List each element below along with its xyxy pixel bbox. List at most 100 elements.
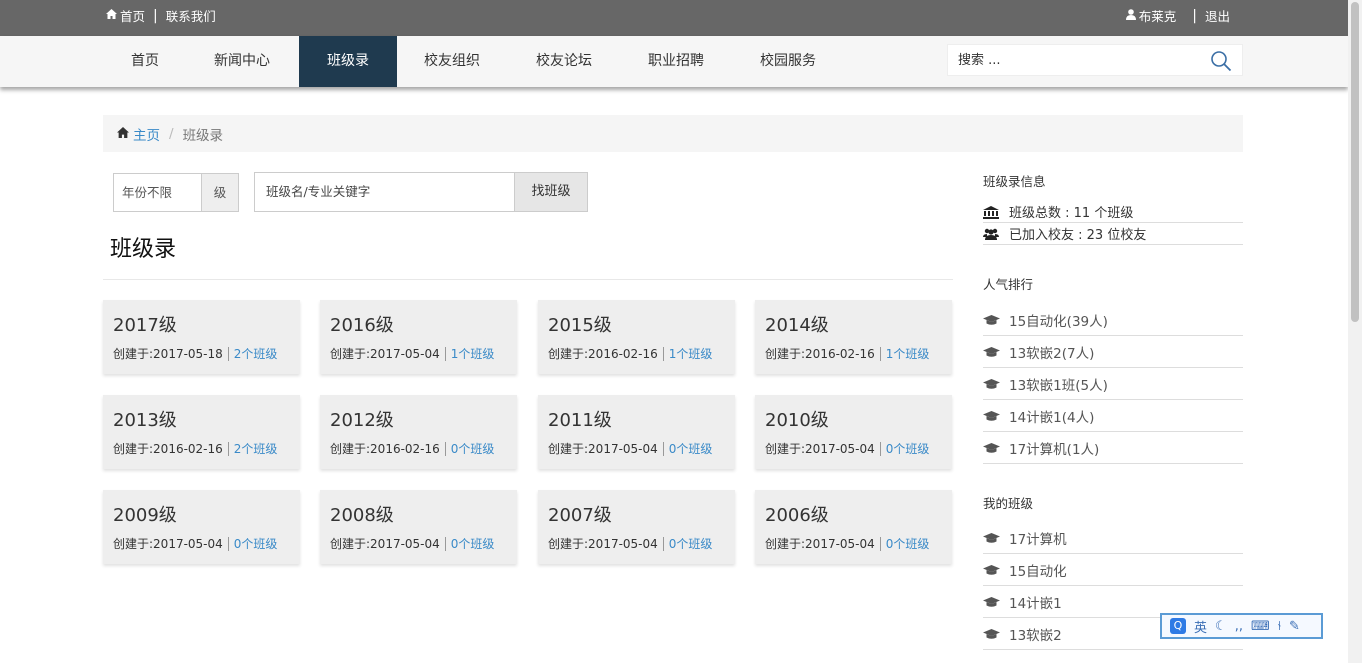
user-name-link[interactable]: 布莱克 <box>1139 6 1177 25</box>
card-class-count-link[interactable]: 1个班级 <box>451 345 495 362</box>
list-item-label[interactable]: 13软嵌2(7人) <box>1009 342 1094 362</box>
ime-language-toggle[interactable]: 英 <box>1194 617 1207 636</box>
find-class-button[interactable]: 找班级 <box>515 172 588 212</box>
card-year[interactable]: 2016级 <box>330 311 394 337</box>
class-year-card[interactable]: 2006级创建于:2017-05-04 0个班级 <box>755 490 952 564</box>
nav-item-news[interactable]: 新闻中心 <box>200 36 284 87</box>
wrench-icon[interactable]: ✎ <box>1289 619 1300 634</box>
card-class-count-link[interactable]: 2个班级 <box>234 345 278 362</box>
card-year[interactable]: 2009级 <box>113 501 177 527</box>
card-year[interactable]: 2008级 <box>330 501 394 527</box>
nav-item-jobs[interactable]: 职业招聘 <box>634 36 718 87</box>
card-year[interactable]: 2007级 <box>548 501 612 527</box>
list-item-label[interactable]: 13软嵌1班(5人) <box>1009 374 1108 394</box>
class-year-card[interactable]: 2007级创建于:2017-05-04 0个班级 <box>538 490 735 564</box>
card-meta: 创建于:2017-05-04 0个班级 <box>330 535 494 552</box>
sidebar-info-title: 班级录信息 <box>983 174 1046 189</box>
contact-link[interactable]: 联系我们 <box>166 6 216 25</box>
class-year-card[interactable]: 2010级创建于:2017-05-04 0个班级 <box>755 395 952 469</box>
card-class-count-link[interactable]: 0个班级 <box>451 535 495 552</box>
list-item-label[interactable]: 13软嵌2 <box>1009 624 1062 644</box>
list-item-label[interactable]: 15自动化 <box>1009 560 1067 580</box>
breadcrumb-home-link[interactable]: 主页 <box>133 124 160 144</box>
rank-list-item[interactable]: 14计嵌1(4人) <box>983 400 1243 432</box>
class-year-card[interactable]: 2011级创建于:2017-05-04 0个班级 <box>538 395 735 469</box>
card-meta: 创建于:2017-05-04 0个班级 <box>765 535 929 552</box>
vertical-scrollbar[interactable] <box>1348 0 1362 663</box>
list-item-label[interactable]: 17计算机(1人) <box>1009 438 1099 458</box>
card-class-count-link[interactable]: 1个班级 <box>886 345 930 362</box>
card-year[interactable]: 2014级 <box>765 311 829 337</box>
class-year-card[interactable]: 2015级 创建于:2016-02-16 1个班级 <box>538 300 735 374</box>
users-icon <box>983 228 999 240</box>
class-year-card[interactable]: 2017级 创建于:2017-05-18 2个班级 <box>103 300 300 374</box>
page-title: 班级录 <box>110 237 177 262</box>
nav-item-home[interactable]: 首页 <box>109 36 181 87</box>
nav-item-campus-services[interactable]: 校园服务 <box>746 36 830 87</box>
ime-toolbar[interactable]: Q 英 ☾ ‚‚ ⌨ ⫮ ✎ <box>1160 613 1323 639</box>
top-home-link[interactable]: 首页 <box>120 6 145 25</box>
user-icon <box>1125 8 1136 23</box>
year-suffix: 级 <box>201 174 238 211</box>
card-class-count-link[interactable]: 2个班级 <box>234 440 278 457</box>
list-item-label[interactable]: 14计嵌1 <box>1009 592 1062 612</box>
punctuation-icon[interactable]: ‚‚ <box>1235 619 1243 634</box>
card-class-count-link[interactable]: 0个班级 <box>234 535 278 552</box>
class-year-card[interactable]: 2014级创建于:2016-02-16 1个班级 <box>755 300 952 374</box>
card-divider <box>227 346 229 361</box>
card-meta: 创建于:2017-05-04 0个班级 <box>765 440 929 457</box>
card-class-count-link[interactable]: 1个班级 <box>669 345 713 362</box>
scrollbar-thumb[interactable] <box>1351 2 1359 322</box>
separator: | <box>1192 7 1197 24</box>
search-input[interactable] <box>958 45 1198 75</box>
card-year[interactable]: 2017级 <box>113 311 177 337</box>
card-divider <box>879 441 881 456</box>
card-created-date: 创建于:2017-05-04 <box>548 442 658 456</box>
rank-list-item[interactable]: 13软嵌1班(5人) <box>983 368 1243 400</box>
card-class-count-link[interactable]: 0个班级 <box>451 440 495 457</box>
keyword-input[interactable]: 班级名/专业关键字 <box>254 172 515 212</box>
class-year-card[interactable]: 2013级 创建于:2016-02-16 2个班级 <box>103 395 300 469</box>
my-class-list-item[interactable]: 17计算机 <box>983 522 1243 554</box>
graduation-cap-icon <box>983 596 1000 608</box>
moon-icon[interactable]: ☾ <box>1215 619 1227 634</box>
card-meta: 创建于:2016-02-16 1个班级 <box>765 345 929 362</box>
card-year[interactable]: 2010级 <box>765 406 829 432</box>
card-class-count-link[interactable]: 0个班级 <box>886 440 930 457</box>
class-year-card[interactable]: 2009级 创建于:2017-05-04 0个班级 <box>103 490 300 564</box>
card-year[interactable]: 2006级 <box>765 501 829 527</box>
my-class-list-item[interactable]: 15自动化 <box>983 554 1243 586</box>
card-class-count-link[interactable]: 0个班级 <box>669 440 713 457</box>
search-icon[interactable] <box>1210 50 1232 72</box>
class-year-card[interactable]: 2012级 创建于:2016-02-16 0个班级 <box>320 395 517 469</box>
logout-link[interactable]: 退出 <box>1205 6 1230 25</box>
nav-item-alumni-org[interactable]: 校友组织 <box>410 36 494 87</box>
card-divider <box>444 346 446 361</box>
nav-item-class-directory[interactable]: 班级录 <box>299 36 397 87</box>
rank-list-item[interactable]: 15自动化(39人) <box>983 304 1243 336</box>
breadcrumb-current: 班级录 <box>182 127 224 144</box>
card-year[interactable]: 2013级 <box>113 406 177 432</box>
ime-logo-icon[interactable]: Q <box>1170 618 1186 634</box>
card-divider <box>879 346 881 361</box>
split-icon[interactable]: ⫮ <box>1278 619 1281 634</box>
nav-item-alumni-forum[interactable]: 校友论坛 <box>522 36 606 87</box>
keyboard-icon[interactable]: ⌨ <box>1251 619 1270 634</box>
list-item-label[interactable]: 17计算机 <box>1009 528 1067 548</box>
sidebar-my-title: 我的班级 <box>983 496 1034 511</box>
list-item-label[interactable]: 14计嵌1(4人) <box>1009 406 1094 426</box>
stat-alumni-text: 已加入校友 : 23 位校友 <box>1009 228 1147 243</box>
card-meta: 创建于:2017-05-04 0个班级 <box>548 535 712 552</box>
list-item-label[interactable]: 15自动化(39人) <box>1009 310 1108 330</box>
card-created-date: 创建于:2017-05-04 <box>765 537 875 551</box>
rank-list-item[interactable]: 17计算机(1人) <box>983 432 1243 464</box>
card-class-count-link[interactable]: 0个班级 <box>669 535 713 552</box>
rank-list-item[interactable]: 13软嵌2(7人) <box>983 336 1243 368</box>
card-class-count-link[interactable]: 0个班级 <box>886 535 930 552</box>
year-select[interactable]: 年份不限 <box>114 174 201 211</box>
class-year-card[interactable]: 2016级 创建于:2017-05-04 1个班级 <box>320 300 517 374</box>
card-year[interactable]: 2011级 <box>548 406 612 432</box>
card-year[interactable]: 2015级 <box>548 311 612 337</box>
class-year-card[interactable]: 2008级创建于:2017-05-04 0个班级 <box>320 490 517 564</box>
card-year[interactable]: 2012级 <box>330 406 394 432</box>
